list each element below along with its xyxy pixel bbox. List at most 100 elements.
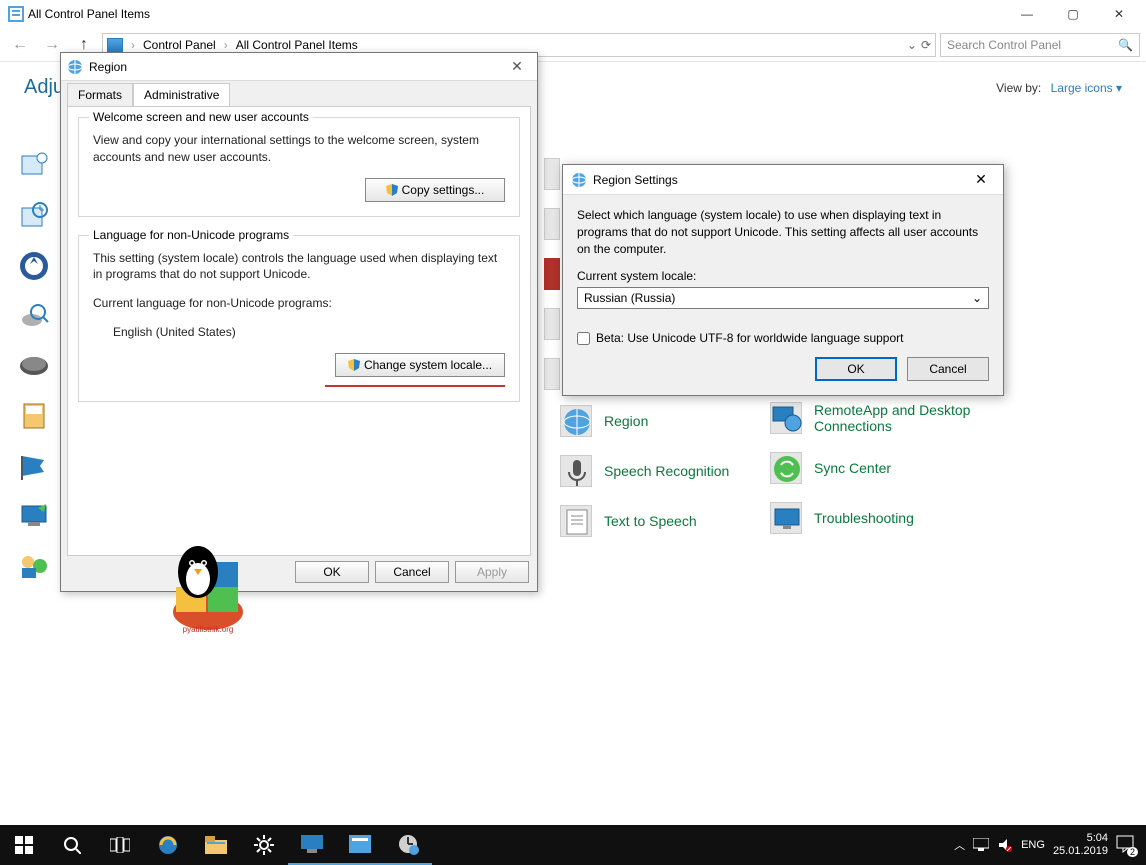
taskbar-app-3[interactable] xyxy=(384,825,432,865)
explorer-button[interactable] xyxy=(192,825,240,865)
non-unicode-group: Language for non-Unicode programs This s… xyxy=(78,235,520,402)
cp-item-icon[interactable] xyxy=(18,150,50,182)
beta-utf8-label: Beta: Use Unicode UTF-8 for worldwide la… xyxy=(596,331,904,345)
minimize-button[interactable]: — xyxy=(1004,0,1050,28)
back-button[interactable]: ← xyxy=(6,31,34,59)
notification-count: 2 xyxy=(1127,847,1138,857)
cp-item-icon xyxy=(544,158,560,190)
copy-settings-button[interactable]: Copy settings... xyxy=(365,178,505,202)
shield-icon xyxy=(348,359,360,371)
group-desc: This setting (system locale) controls th… xyxy=(93,250,505,284)
close-button[interactable]: ✕ xyxy=(503,58,531,75)
search-icon: 🔍 xyxy=(1118,38,1133,52)
settings-button[interactable] xyxy=(240,825,288,865)
region-settings-footer: OK Cancel xyxy=(563,357,1003,393)
ie-button[interactable] xyxy=(144,825,192,865)
tray-language[interactable]: ENG xyxy=(1021,839,1045,851)
locale-value: Russian (Russia) xyxy=(584,291,675,305)
breadcrumb-root[interactable]: Control Panel xyxy=(143,38,216,52)
system-tray: ︿ ENG 5:04 25.01.2019 2 xyxy=(954,832,1146,858)
globe-icon xyxy=(67,59,83,75)
cp-item-troubleshooting[interactable]: Troubleshooting xyxy=(770,502,994,534)
sync-icon xyxy=(770,452,802,484)
cp-item-icon[interactable] xyxy=(18,400,50,432)
chevron-right-icon: › xyxy=(224,38,228,52)
remoteapp-icon xyxy=(770,402,802,434)
window-controls: — ▢ ✕ xyxy=(1004,0,1142,28)
cp-item-icon[interactable] xyxy=(18,450,50,482)
current-lang-value: English (United States) xyxy=(93,324,505,341)
cp-item-remoteapp[interactable]: RemoteApp and Desktop Connections xyxy=(770,402,994,434)
tab-administrative[interactable]: Administrative xyxy=(133,83,230,106)
cp-item-icon xyxy=(544,358,560,390)
locale-label: Current system locale: xyxy=(577,269,989,283)
region-dialog-titlebar: Region ✕ xyxy=(61,53,537,81)
change-system-locale-button[interactable]: Change system locale... xyxy=(335,353,505,377)
group-desc: View and copy your international setting… xyxy=(93,132,505,166)
group-legend: Welcome screen and new user accounts xyxy=(89,110,313,124)
tray-notifications-icon[interactable]: 2 xyxy=(1116,835,1136,855)
tray-date: 25.01.2019 xyxy=(1053,845,1108,858)
task-view-button[interactable] xyxy=(96,825,144,865)
control-panel-small-icon xyxy=(107,38,123,52)
window-title: All Control Panel Items xyxy=(28,7,150,21)
group-legend: Language for non-Unicode programs xyxy=(89,228,293,242)
refresh-icon[interactable]: ⟳ xyxy=(921,38,931,52)
cp-item-icon xyxy=(544,258,560,290)
tab-formats[interactable]: Formats xyxy=(67,83,133,106)
view-by-dropdown[interactable]: Large icons ▾ xyxy=(1051,81,1122,95)
cp-items-column-1: Region Speech Recognition Text to Speech xyxy=(560,405,729,555)
ok-button[interactable]: OK xyxy=(815,357,897,381)
locale-select[interactable]: Russian (Russia) ⌄ xyxy=(577,287,989,309)
tray-volume-icon[interactable] xyxy=(997,838,1013,852)
cp-item-icon[interactable] xyxy=(18,200,50,232)
close-button[interactable]: ✕ xyxy=(1096,0,1142,28)
taskbar: ︿ ENG 5:04 25.01.2019 2 xyxy=(0,825,1146,865)
search-input[interactable]: Search Control Panel 🔍 xyxy=(940,33,1140,57)
control-panel-icon xyxy=(8,6,24,22)
search-placeholder: Search Control Panel xyxy=(947,38,1061,52)
ok-button[interactable]: OK xyxy=(295,561,369,583)
close-button[interactable]: ✕ xyxy=(967,171,995,188)
region-dialog-footer: OK Cancel Apply xyxy=(295,561,529,583)
breadcrumb-current[interactable]: All Control Panel Items xyxy=(236,38,358,52)
tray-time: 5:04 xyxy=(1053,832,1108,845)
dropdown-icon[interactable]: ⌄ xyxy=(907,38,917,52)
cp-item-icon[interactable] xyxy=(18,350,50,382)
cp-item-icon[interactable] xyxy=(18,500,50,532)
tray-monitor-icon[interactable] xyxy=(973,838,989,852)
svg-text:pyatilistnik.org: pyatilistnik.org xyxy=(183,625,234,634)
start-button[interactable] xyxy=(0,825,48,865)
region-icon xyxy=(560,405,592,437)
cp-item-sync-center[interactable]: Sync Center xyxy=(770,452,994,484)
search-button[interactable] xyxy=(48,825,96,865)
taskbar-app-2[interactable] xyxy=(336,825,384,865)
cp-item-icon[interactable] xyxy=(18,300,50,332)
cp-item-region[interactable]: Region xyxy=(560,405,729,437)
taskbar-app-1[interactable] xyxy=(288,825,336,865)
tray-clock[interactable]: 5:04 25.01.2019 xyxy=(1053,832,1108,858)
address-bar-buttons: ⌄⟳ xyxy=(907,38,931,52)
cp-item-icon[interactable] xyxy=(18,550,50,582)
annotation-underline xyxy=(325,385,505,387)
tray-chevron-up-icon[interactable]: ︿ xyxy=(954,837,965,853)
titlebar: All Control Panel Items — ▢ ✕ xyxy=(0,0,1146,28)
cancel-button[interactable]: Cancel xyxy=(375,561,449,583)
maximize-button[interactable]: ▢ xyxy=(1050,0,1096,28)
view-by-label: View by: Large icons ▾ xyxy=(996,81,1122,95)
cp-item-icon xyxy=(544,308,560,340)
watermark-logo: pyatilistnik.org xyxy=(158,537,258,637)
region-settings-dialog: Region Settings ✕ Select which language … xyxy=(562,164,1004,396)
cp-item-icon xyxy=(544,208,560,240)
checkbox-input[interactable] xyxy=(577,332,590,345)
cp-item-speech-recognition[interactable]: Speech Recognition xyxy=(560,455,729,487)
tabs: Formats Administrative xyxy=(67,83,531,106)
beta-utf8-checkbox[interactable]: Beta: Use Unicode UTF-8 for worldwide la… xyxy=(577,331,989,345)
document-icon xyxy=(560,505,592,537)
chevron-down-icon: ⌄ xyxy=(972,291,982,305)
cp-item-icon[interactable] xyxy=(18,250,50,282)
cancel-button[interactable]: Cancel xyxy=(907,357,989,381)
cp-item-text-to-speech[interactable]: Text to Speech xyxy=(560,505,729,537)
shield-icon xyxy=(386,184,398,196)
apply-button[interactable]: Apply xyxy=(455,561,529,583)
